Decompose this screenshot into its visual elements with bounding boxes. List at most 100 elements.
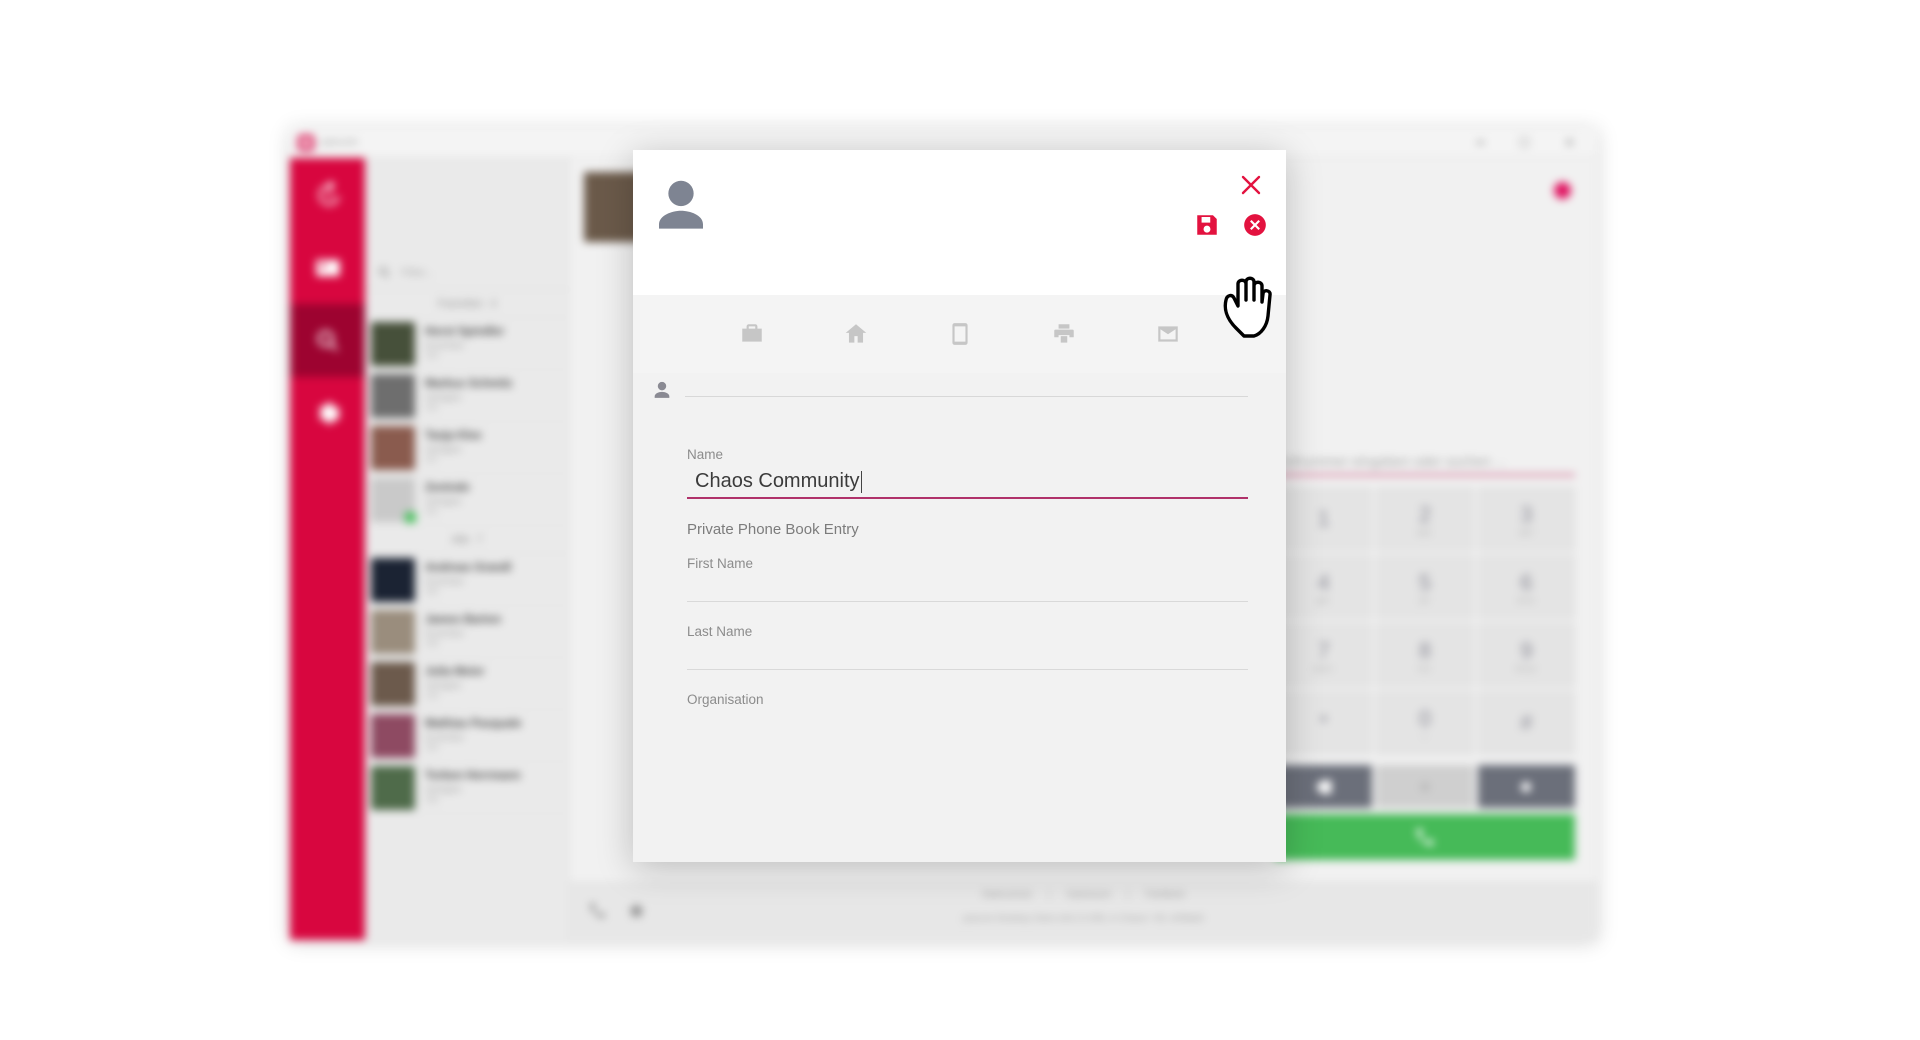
contact-list-item[interactable]: Julia Meier Verfügbar 218 — [365, 658, 569, 710]
dialog-actions — [1194, 212, 1268, 238]
contact-list-panel: Filter... Favoriten 4 Horst Spindler Erreic… — [365, 158, 570, 940]
sidebar-item-search[interactable] — [290, 304, 365, 377]
avatar — [371, 713, 415, 758]
sidebar-item-settings[interactable] — [290, 377, 365, 450]
tab-fax[interactable] — [1049, 319, 1079, 349]
field-last-name-underline — [687, 668, 1248, 670]
dialpad-key-2[interactable]: 2 abc — [1376, 487, 1474, 551]
notification-badge[interactable] — [1554, 182, 1571, 199]
avatar — [371, 557, 415, 602]
field-organisation-input[interactable] — [687, 707, 1248, 737]
contact-list-item[interactable]: Torben Herrmann Verfügbar 206 — [365, 762, 569, 814]
footer-icons — [588, 901, 646, 920]
footer-link[interactable]: Feedback — [1145, 889, 1185, 899]
contact-number: 218 — [425, 691, 439, 701]
section-heading: Private Phone Book Entry — [687, 520, 859, 538]
pointing-hand-cursor — [1223, 276, 1272, 338]
dialpad-key-letters: wxyz — [1515, 663, 1538, 673]
record-button[interactable] — [1477, 765, 1575, 808]
dialpad-key-digit: 1 — [1317, 506, 1330, 531]
field-name[interactable]: Name Chaos Community — [633, 447, 1286, 499]
contact-filter[interactable]: Filter... — [365, 256, 569, 290]
contact-status: Erreichbar — [425, 731, 465, 742]
sidebar-nav — [290, 158, 365, 940]
sidebar-item-contacts[interactable] — [290, 231, 365, 304]
contact-list-item[interactable]: Zentrale Verfügbar 201 — [365, 474, 569, 526]
field-first-name-input[interactable] — [687, 571, 1248, 601]
field-last-name-input[interactable] — [687, 639, 1248, 669]
contact-number: 201 — [425, 507, 439, 517]
field-name-input[interactable]: Chaos Community — [687, 462, 1248, 497]
dialpad-key-letters: + — [1422, 731, 1428, 741]
footer-link[interactable]: Datenschutz — [982, 889, 1032, 899]
contact-list-item[interactable]: Andreas Grandl Erreichbar 205 — [365, 554, 569, 606]
contact-number: 203 — [425, 351, 439, 361]
contact-list-item[interactable]: Mathias Pasquale Erreichbar 204 — [365, 710, 569, 762]
field-last-name[interactable]: Last Name — [633, 624, 1286, 670]
call-button[interactable] — [1275, 814, 1575, 860]
contact-section-title: Alle — [451, 533, 470, 546]
contact-list-item[interactable]: James Barton Erreichbar 209 — [365, 606, 569, 658]
close-dialog-button[interactable] — [1236, 170, 1266, 200]
dialpad-key-digit: 2 — [1418, 501, 1432, 527]
dialpad-key-5[interactable]: 5 jkl — [1376, 555, 1474, 619]
dialpad-key-8[interactable]: 8 tuv — [1376, 623, 1474, 687]
contact-status: Verfügbar — [425, 391, 462, 402]
dialog-header — [633, 150, 1286, 295]
dialpad-key-#[interactable]: # — [1477, 691, 1575, 755]
dialpad-key-3[interactable]: 3 def — [1477, 487, 1575, 551]
avatar — [371, 661, 415, 706]
dial-input[interactable]: Rufnummer eingeben oder suchen ... — [1275, 453, 1575, 476]
tab-email[interactable] — [1153, 319, 1183, 349]
avatar — [371, 373, 415, 418]
field-organisation[interactable]: Organisation — [633, 692, 1286, 737]
contact-list-item[interactable]: Markus Schmitz Verfügbar 202 — [365, 370, 569, 422]
dialpad-key-9[interactable]: 9 wxyz — [1477, 623, 1575, 687]
contact-section-header: Alle 7 — [365, 526, 569, 554]
backspace-button[interactable] — [1275, 765, 1373, 808]
tab-home[interactable] — [841, 319, 871, 349]
contact-number: 206 — [425, 795, 439, 805]
video-button[interactable] — [1376, 765, 1474, 808]
tab-work[interactable] — [737, 319, 767, 349]
minimize-button[interactable]: ━ — [1477, 135, 1485, 151]
footer-version: pascom Desktop Client v64.2.0.055, in Ch… — [963, 913, 1204, 923]
avatar — [371, 765, 415, 810]
close-window-button[interactable]: ✕ — [1564, 135, 1575, 151]
maximize-button[interactable]: ☐ — [1518, 135, 1530, 151]
sidebar-item-history[interactable] — [290, 158, 365, 231]
contact-number: 204 — [425, 743, 439, 753]
contact-section-header: Favoriten 4 — [365, 290, 569, 318]
avatar — [371, 321, 415, 366]
save-icon — [1197, 215, 1217, 235]
dialpad-key-6[interactable]: 6 mno — [1477, 555, 1575, 619]
contact-list-item[interactable]: Horst Spindler Erreichbar 203 — [365, 318, 569, 370]
avatar — [371, 425, 415, 470]
dialpad-key-4[interactable]: 4 ghi — [1275, 555, 1373, 619]
dialpad-key-1[interactable]: 1 — [1275, 487, 1373, 551]
footer-separator: | — [1127, 889, 1130, 899]
dialpad-key-0[interactable]: 0 + — [1376, 691, 1474, 755]
contact-name: Markus Schmitz — [425, 378, 513, 391]
contact-section-count: 7 — [476, 533, 483, 546]
avatar — [371, 477, 416, 523]
contact-status: Erreichbar — [425, 339, 465, 350]
cancel-button[interactable] — [1242, 212, 1268, 238]
contact-name: Horst Spindler — [425, 326, 505, 339]
contact-list-item[interactable]: Tanja Klee Verfügbar 207 — [365, 422, 569, 474]
field-first-name[interactable]: First Name — [633, 556, 1286, 602]
save-button[interactable] — [1194, 212, 1220, 238]
contact-status: Verfügbar — [425, 679, 462, 690]
contact-number: 205 — [425, 587, 439, 597]
dialpad-key-letters: pqrs — [1313, 663, 1334, 673]
footer-link[interactable]: Impressum — [1066, 889, 1111, 899]
presence-icon — [405, 511, 416, 523]
contact-edit-dialog: Name Chaos Community Private Phone Book … — [633, 150, 1286, 862]
field-last-name-label: Last Name — [687, 623, 753, 639]
dialpad-key-7[interactable]: 7 pqrs — [1275, 623, 1373, 687]
field-name-value: Chaos Community — [695, 470, 860, 492]
tab-mobile[interactable] — [945, 319, 975, 349]
briefcase-icon — [741, 324, 762, 342]
field-name-label: Name — [687, 447, 724, 462]
dialpad-key-*[interactable]: * — [1275, 691, 1373, 755]
